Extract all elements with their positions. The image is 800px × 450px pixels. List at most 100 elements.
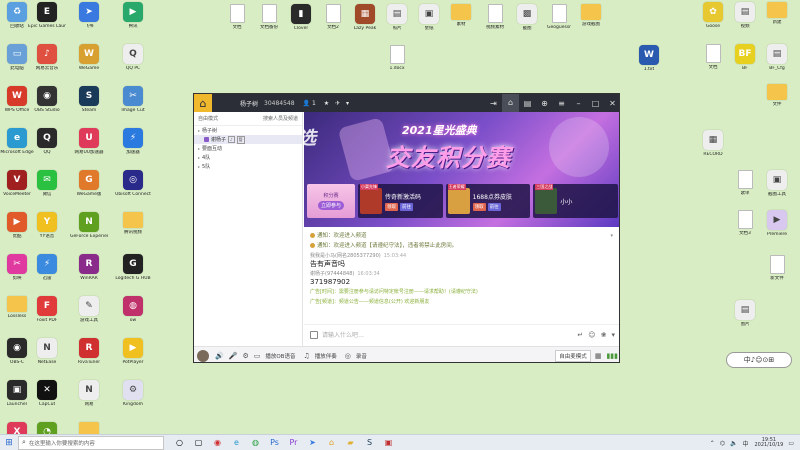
expand-icon[interactable]: ▸ — [198, 155, 200, 160]
pin-icon[interactable]: ▾ — [610, 233, 613, 239]
accompaniment-button[interactable]: 播放伴奏 — [315, 352, 337, 360]
desktop-shortcut[interactable]: N GeForce Experience — [70, 212, 108, 239]
chat-sender[interactable]: 谢杨子(97444848) — [310, 271, 354, 277]
netease-music-icon[interactable]: ◉ — [208, 435, 227, 450]
desktop-shortcut[interactable]: Q QQ — [28, 128, 66, 155]
desktop-shortcut[interactable]: ✉ 微信 — [28, 170, 66, 197]
cortana-icon[interactable]: ○ — [170, 435, 189, 450]
desktop-shortcut[interactable]: ▶ 腾讯 — [114, 2, 152, 29]
desktop-shortcut[interactable]: 游戏截图 — [572, 4, 610, 27]
mic-icon[interactable]: 🎤 — [229, 352, 238, 360]
channel-row[interactable]: ▸ 5队 — [194, 162, 302, 171]
sidebar-search[interactable]: 搜索人员及频道 — [263, 115, 298, 122]
taskbar-search[interactable]: ⌕ 在这里输入你要搜索的内容 — [18, 435, 164, 450]
play-ob-button[interactable]: 播放OB语音 — [265, 352, 295, 360]
screen-icon[interactable]: ▭ — [254, 352, 261, 360]
restore-icon[interactable]: □ — [587, 99, 604, 108]
close-icon[interactable]: ✕ — [604, 99, 619, 108]
banner-card-go-button[interactable]: 前往 — [400, 202, 413, 211]
desktop-shortcut[interactable]: ▤ 图片 — [726, 300, 764, 327]
desktop-shortcut[interactable]: W WeGame — [70, 44, 108, 71]
music-icon[interactable]: ♫ — [303, 352, 309, 360]
chat-sender[interactable]: 我我是小马(网名2805377290) — [310, 253, 381, 259]
banner-card[interactable]: 三国之战 小小 — [533, 184, 619, 218]
steam-icon[interactable]: S — [360, 435, 379, 450]
record-icon[interactable]: ◎ — [345, 352, 351, 360]
taskbar-search-input[interactable]: 在这里输入你要搜索的内容 — [29, 439, 95, 447]
desktop-shortcut[interactable]: ⚡ 加速器 — [114, 128, 152, 155]
expand-icon[interactable]: ▸ — [198, 146, 200, 151]
desktop-shortcut[interactable]: 腾讯视频 — [114, 212, 152, 235]
ad-message[interactable]: 广告[频道]：频道公告——频道信息(公开) 欢迎新朋友 — [310, 299, 615, 306]
emoji-icon[interactable]: ☺ — [588, 331, 595, 339]
premiere-icon[interactable]: Pr — [284, 435, 303, 450]
desktop-shortcut[interactable]: R RivaTuner — [70, 338, 108, 365]
event-banner[interactable]: 选 2021星光盛典 交友积分赛 积分赛立即参与小渠先锋传奇新激活码领取前往王者… — [304, 112, 619, 227]
desktop-shortcut[interactable]: G Logitech G HUB — [114, 254, 152, 281]
desktop-shortcut[interactable]: N 网易 — [70, 380, 108, 407]
desktop-shortcut[interactable]: 素材 — [442, 4, 480, 27]
feishu-icon[interactable]: ➤ — [303, 435, 322, 450]
banner-card[interactable]: 王者荣耀 1688点券皮肤 领取 前往 — [445, 184, 531, 218]
desktop-shortcut[interactable]: N NetEase — [28, 338, 66, 365]
chat-input[interactable]: 请输入什么吧… — [322, 330, 572, 339]
desktop-shortcut[interactable]: ⚙ Kingdom — [114, 380, 152, 407]
desktop-shortcut[interactable]: ➤ 飞书 — [70, 2, 108, 29]
title-tools[interactable]: ★ ✈ ▾ — [324, 100, 351, 107]
desktop-shortcut[interactable]: ▤ BF_Cfg — [758, 44, 796, 71]
desktop-shortcut[interactable]: ♪ 网易云音乐 — [28, 44, 66, 71]
task-view-icon[interactable]: ▢ — [189, 435, 208, 450]
minimize-icon[interactable]: – — [570, 99, 587, 108]
edit-icon[interactable] — [310, 330, 318, 339]
desktop-shortcut[interactable]: ⚡ 迅雷 — [28, 254, 66, 281]
notification-icon[interactable]: ▭ — [788, 440, 794, 447]
desktop-shortcut[interactable]: 新文件 — [758, 255, 796, 281]
desktop-shortcut[interactable]: S Steam — [70, 86, 108, 113]
network-icon[interactable]: ⌬ — [720, 440, 725, 447]
desktop-shortcut[interactable]: ▦ RECORD — [694, 130, 732, 157]
speaker-icon[interactable]: 🔊 — [215, 352, 224, 360]
voice-client-icon[interactable]: ⌂ — [322, 435, 341, 450]
channel-user[interactable]: 谢杨子 ♪ 管 — [194, 135, 302, 144]
expand-icon[interactable]: ▸ — [198, 164, 200, 169]
file-explorer-icon[interactable]: ▰ — [341, 435, 360, 450]
grid-icon[interactable]: ▦ — [595, 352, 602, 360]
record-button[interactable]: 录音 — [356, 352, 367, 360]
settings-icon[interactable]: ⚙ — [242, 352, 248, 360]
tray-up-icon[interactable]: ⌃ — [710, 440, 715, 447]
expand-icon[interactable]: ▸ — [198, 128, 200, 133]
desktop-shortcut[interactable]: ◍ ow — [114, 296, 152, 323]
desktop-shortcut[interactable]: Q QQ PC — [114, 44, 152, 71]
exit-channel-icon[interactable]: ⇥ — [485, 99, 502, 108]
desktop-shortcut[interactable]: 新建 — [758, 2, 796, 25]
channel-row[interactable]: ▸ 4队 — [194, 153, 302, 162]
desktop-shortcut[interactable]: ▣ 截图工具 — [758, 170, 796, 197]
volume-icon[interactable]: 🔈 — [730, 440, 737, 447]
desktop-shortcut[interactable]: R WinRAR — [70, 254, 108, 281]
channel-row[interactable]: ▸ 杨子树 — [194, 126, 302, 135]
banner-card-claim-button[interactable]: 领取 — [472, 202, 486, 211]
desktop-shortcut[interactable]: W 1.txt — [630, 45, 668, 72]
mic-mode-select[interactable]: 自由麦模式 — [555, 349, 591, 362]
desktop-shortcut[interactable]: 文件 — [758, 84, 796, 107]
desktop-shortcut[interactable]: Y YY语音 — [28, 212, 66, 239]
edge-icon[interactable]: e — [227, 435, 246, 450]
channel-row[interactable]: ▸ 要面互动 — [194, 144, 302, 153]
home-icon[interactable]: ⌂ — [502, 94, 519, 112]
banner-card[interactable]: 积分赛 立即参与 — [307, 184, 355, 218]
desktop-shortcut[interactable]: ◎ Ubisoft Connect — [114, 170, 152, 197]
desktop-shortcut[interactable]: E Epic Games Launcher — [28, 2, 66, 29]
app-icon[interactable]: ▣ — [379, 435, 398, 450]
clock[interactable]: 19:51 2021/10/19 — [755, 437, 784, 449]
gift-icon[interactable]: ❀ — [601, 331, 607, 339]
ad-message[interactable]: 广告[时间]：需要注册参与请访问特定帐号注册——请求帮助！(请遵纪守法) — [310, 289, 615, 296]
mode-label[interactable]: 自由模式 — [198, 115, 218, 122]
windows-start-icon[interactable]: ⊞ — [0, 435, 18, 450]
desktop-shortcut[interactable]: ✎ 游戏工具 — [70, 296, 108, 323]
photoshop-icon[interactable]: Ps — [265, 435, 284, 450]
list-icon[interactable]: ▤ — [519, 99, 536, 108]
banner-card[interactable]: 小渠先锋 传奇新激活码 领取 前往 — [358, 184, 443, 218]
desktop-shortcut[interactable]: U 网易UU加速器 — [70, 128, 108, 155]
menu-icon[interactable]: ≡ — [553, 99, 570, 108]
chrome-icon[interactable]: ◍ — [246, 435, 265, 450]
